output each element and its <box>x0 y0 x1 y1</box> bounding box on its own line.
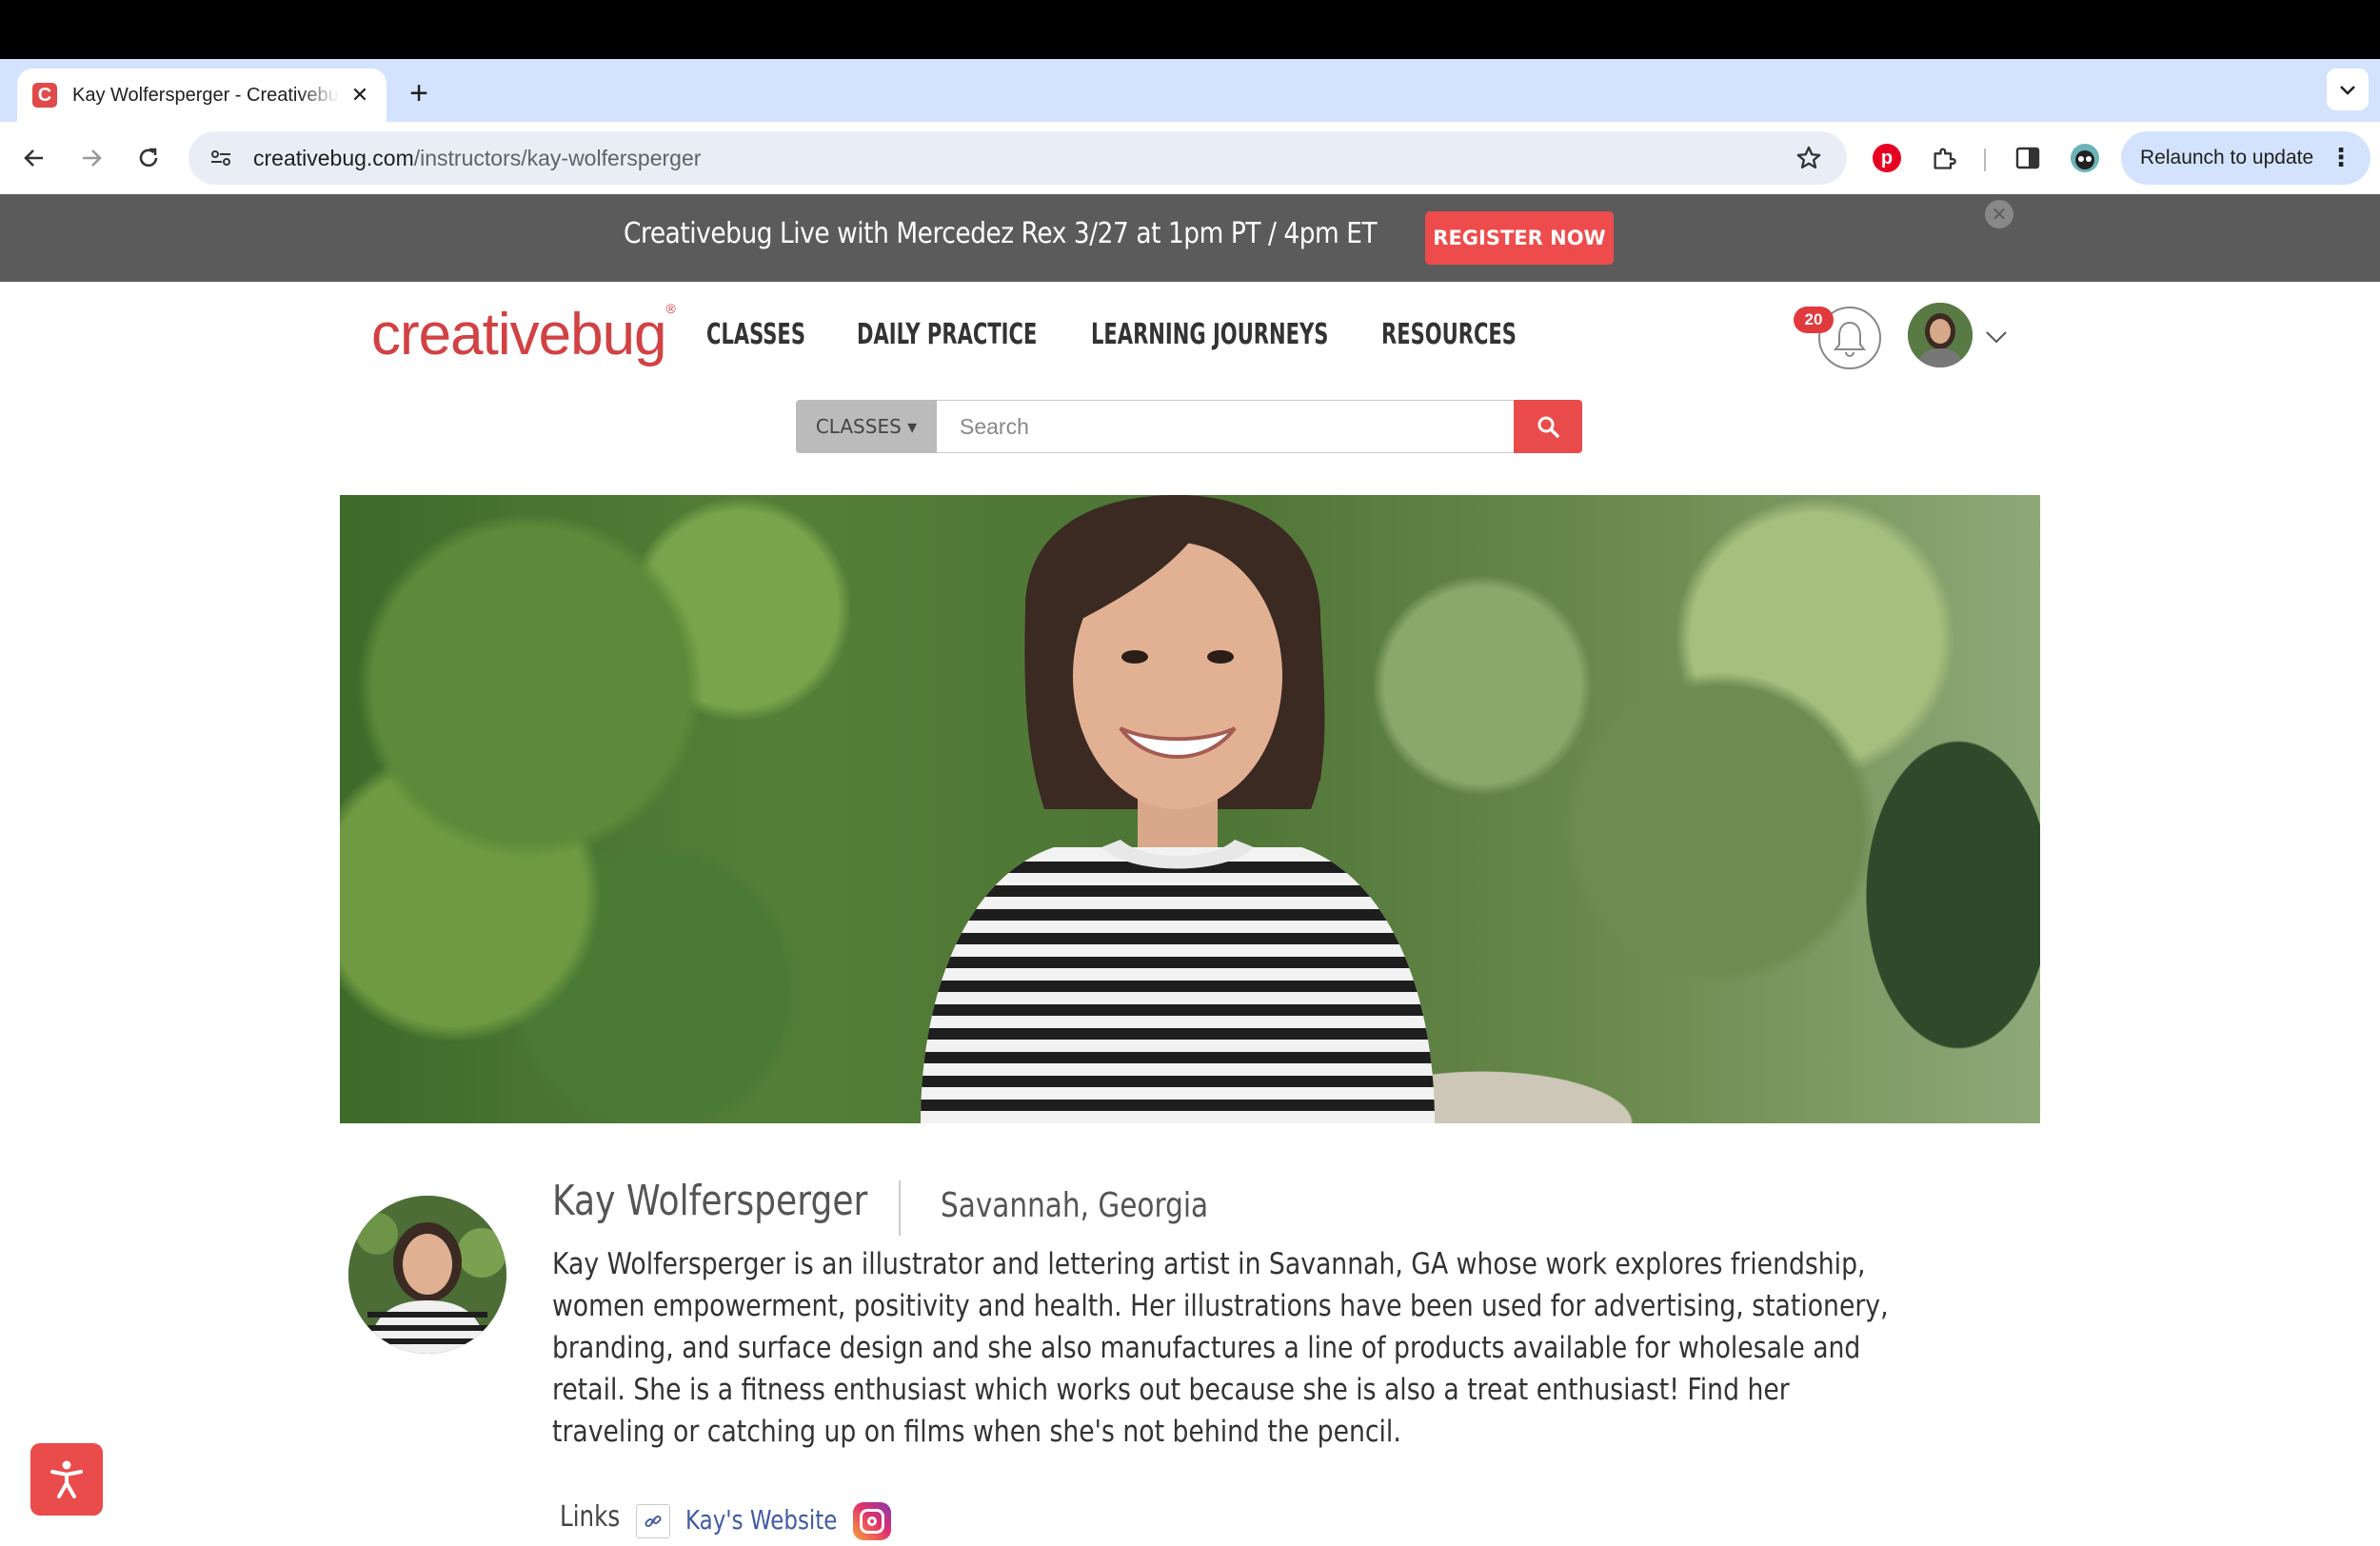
close-icon[interactable]: ✕ <box>1985 200 2013 228</box>
tab-strip: C Kay Wolfersperger - Creativebug ✕ + <box>0 59 2380 122</box>
kebab-icon[interactable]: ⋮ <box>2329 143 2353 172</box>
search-bar: CLASSES ▾ <box>796 400 1582 453</box>
forward-icon[interactable] <box>72 139 110 177</box>
instructor-photo <box>921 495 1435 1123</box>
nav-learning-journeys[interactable]: LEARNING JOURNEYS <box>1091 318 1328 362</box>
pinterest-icon[interactable]: p <box>1868 139 1906 177</box>
website-link[interactable]: Kay's Website <box>685 1504 837 1536</box>
browser-toolbar: creativebug.com/instructors/kay-wolfersp… <box>0 122 2380 194</box>
register-now-button[interactable]: REGISTER NOW <box>1425 211 1614 265</box>
browser-tab[interactable]: C Kay Wolfersperger - Creativebug ✕ <box>17 69 387 122</box>
instructor-bio: Kay Wolfersperger is an illustrator and … <box>552 1247 1889 1449</box>
divider <box>899 1180 901 1236</box>
relaunch-label: Relaunch to update <box>2140 147 2314 168</box>
profile-ext-icon[interactable] <box>2066 139 2104 177</box>
accessibility-icon[interactable] <box>30 1443 103 1516</box>
search-input[interactable] <box>937 400 1514 453</box>
os-menu-bar <box>0 0 2380 59</box>
announcement-bar: Creativebug Live with Mercedez Rex 3/27 … <box>0 194 2380 282</box>
avatar[interactable] <box>1908 303 1973 367</box>
search-button[interactable] <box>1514 400 1582 453</box>
tab-title: Kay Wolfersperger - Creativebug <box>72 84 339 106</box>
toolbar-divider <box>1984 149 1986 171</box>
notification-badge: 20 <box>1794 307 1834 333</box>
chevron-down-icon[interactable] <box>1984 322 2009 351</box>
main-nav: CLASSES DAILY PRACTICE LEARNING JOURNEYS… <box>706 318 1572 362</box>
chevron-down-icon <box>2340 86 2355 95</box>
favicon-icon: C <box>32 83 57 108</box>
instructor-avatar <box>348 1196 506 1354</box>
announcement-text: Creativebug Live with Mercedez Rex 3/27 … <box>624 217 1378 250</box>
star-icon[interactable] <box>1790 139 1828 177</box>
back-icon[interactable] <box>15 139 53 177</box>
link-icon[interactable] <box>636 1504 670 1538</box>
instructor-name: Kay Wolfersperger <box>552 1177 868 1225</box>
nav-daily-practice[interactable]: DAILY PRACTICE <box>857 318 1037 362</box>
site-logo[interactable]: creativebug® <box>371 301 676 368</box>
nav-resources[interactable]: RESOURCES <box>1381 318 1517 362</box>
instagram-icon[interactable] <box>853 1502 891 1540</box>
hero-image <box>340 495 2040 1123</box>
reload-icon[interactable] <box>129 139 168 177</box>
nav-classes[interactable]: CLASSES <box>706 318 805 362</box>
site-info-icon[interactable] <box>202 139 240 177</box>
relaunch-button[interactable]: Relaunch to update ⋮ <box>2121 131 2370 185</box>
close-icon[interactable]: ✕ <box>347 82 373 109</box>
new-tab-button[interactable]: + <box>400 74 438 112</box>
sidepanel-icon[interactable] <box>2009 139 2047 177</box>
url-text: creativebug.com/instructors/kay-wolfersp… <box>253 145 702 170</box>
instructor-location: Savannah, Georgia <box>941 1186 1209 1225</box>
search-category-dropdown[interactable]: CLASSES ▾ <box>796 400 937 453</box>
search-icon <box>1537 416 1559 438</box>
extensions-icon[interactable] <box>1925 139 1963 177</box>
tab-search-button[interactable] <box>2327 69 2369 110</box>
links-label: Links <box>560 1500 621 1534</box>
address-bar[interactable]: creativebug.com/instructors/kay-wolfersp… <box>188 131 1847 185</box>
